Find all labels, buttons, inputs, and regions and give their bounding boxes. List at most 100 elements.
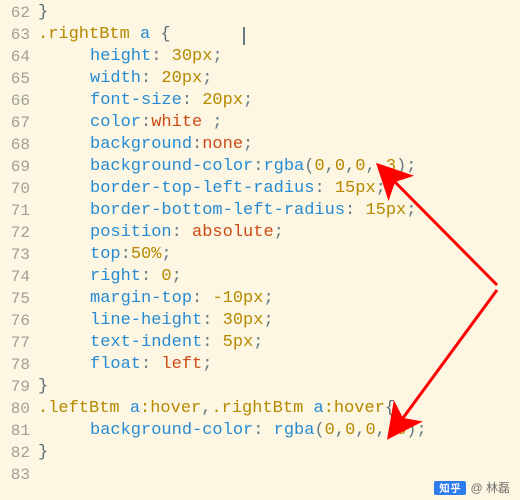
watermark-author: @ 林磊 [470,479,510,496]
token-punct: ; [406,201,416,220]
code-line[interactable]: 74right: 0; [0,266,520,288]
code-editor: 62}63.rightBtm a {64height: 30px;65width… [0,0,520,500]
token-kw: none [202,135,243,154]
token-prop: right [90,267,141,286]
token-sel: :hover [324,399,385,418]
line-number: 71 [0,200,38,222]
code-line[interactable]: 73top:50%; [0,244,520,266]
token-punct: : [141,355,161,374]
token-punct: , [355,421,365,440]
line-number: 72 [0,222,38,244]
line-number: 62 [0,2,38,24]
code-content: border-bottom-left-radius: 15px; [38,200,520,222]
token-prop: font-size [90,91,182,110]
token-sel: .rightBtm [38,25,130,44]
token-punct: , [201,399,211,418]
token-num: 50% [131,245,162,264]
code-content: line-height: 30px; [38,310,520,332]
code-line[interactable]: 77text-indent: 5px; [0,332,520,354]
code-content: top:50%; [38,244,520,266]
token-punct [150,25,160,44]
token-prop: line-height [90,311,202,330]
line-number: 68 [0,134,38,156]
code-line[interactable]: 66font-size: 20px; [0,90,520,112]
token-prop: text-indent [90,333,202,352]
code-line[interactable]: 82} [0,442,520,464]
token-num: 0 [345,421,355,440]
line-number: 69 [0,156,38,178]
token-num: 0 [355,157,365,176]
token-num: 20px [202,91,243,110]
token-prop: border-bottom-left-radius [90,201,345,220]
code-line[interactable]: 76line-height: 30px; [0,310,520,332]
token-fn: rgba [274,421,315,440]
code-content: margin-top: -10px; [38,288,520,310]
token-num: 5px [223,333,254,352]
token-punct: ; [243,91,253,110]
token-sel: .rightBtm [211,399,303,418]
token-hex1: a [130,399,140,418]
line-number: 70 [0,178,38,200]
token-num: .6 [386,421,406,440]
code-line[interactable]: 70border-top-left-radius: 15px; [0,178,520,200]
code-line[interactable]: 69background-color:rgba(0,0,0,.3); [0,156,520,178]
code-line[interactable]: 79} [0,376,520,398]
code-line[interactable]: 80.leftBtm a:hover,.rightBtm a:hover{ [0,398,520,420]
code-content: background-color: rgba(0,0,0,.6); [38,420,520,442]
line-number: 65 [0,68,38,90]
code-content: font-size: 20px; [38,90,520,112]
token-punct: : [121,245,131,264]
token-punct: : [192,289,212,308]
token-punct: , [345,157,355,176]
line-number: 66 [0,90,38,112]
token-prop: height [90,47,151,66]
token-num: 0 [325,421,335,440]
token-prop: float [90,355,141,374]
token-hex1: a [140,25,150,44]
token-fn: rgba [263,157,304,176]
code-line[interactable]: 81background-color: rgba(0,0,0,.6); [0,420,520,442]
code-line[interactable]: 78float: left; [0,354,520,376]
code-line[interactable]: 65width: 20px; [0,68,520,90]
code-line[interactable]: 64height: 30px; [0,46,520,68]
token-num: 15px [335,179,376,198]
token-punct: : [151,47,171,66]
token-num: 30px [223,311,264,330]
code-line[interactable]: 75margin-top: -10px; [0,288,520,310]
code-content: float: left; [38,354,520,376]
token-prop: width [90,69,141,88]
code-content: color:white ; [38,112,520,134]
line-number: 77 [0,332,38,354]
token-prop: background [90,135,192,154]
line-number: 82 [0,442,38,464]
code-content: background:none; [38,134,520,156]
token-punct: ( [314,421,324,440]
line-number: 83 [0,464,38,486]
token-num: 30px [172,47,213,66]
token-punct: , [335,421,345,440]
line-number: 75 [0,288,38,310]
code-line[interactable]: 68background:none; [0,134,520,156]
token-punct: ); [406,421,426,440]
code-line[interactable]: 71border-bottom-left-radius: 15px; [0,200,520,222]
token-punct: ( [304,157,314,176]
token-punct [130,25,140,44]
code-line[interactable]: 62} [0,2,520,24]
token-prop: background-color [90,421,253,440]
zhihu-logo-icon: 知乎 [434,481,466,495]
token-punct: ; [274,223,284,242]
token-brace: } [38,377,48,396]
code-line[interactable]: 67color:white ; [0,112,520,134]
code-content: .leftBtm a:hover,.rightBtm a:hover{ [38,398,520,420]
code-line[interactable]: 72position: absolute; [0,222,520,244]
token-punct: ; [172,267,182,286]
token-num: 0 [365,421,375,440]
token-num: 0 [161,267,171,286]
code-line[interactable]: 63.rightBtm a { [0,24,520,46]
token-punct [303,399,313,418]
line-number: 79 [0,376,38,398]
token-punct: : [253,421,273,440]
token-punct: ; [376,179,386,198]
token-punct: ; [263,289,273,308]
token-kw: absolute [192,223,274,242]
